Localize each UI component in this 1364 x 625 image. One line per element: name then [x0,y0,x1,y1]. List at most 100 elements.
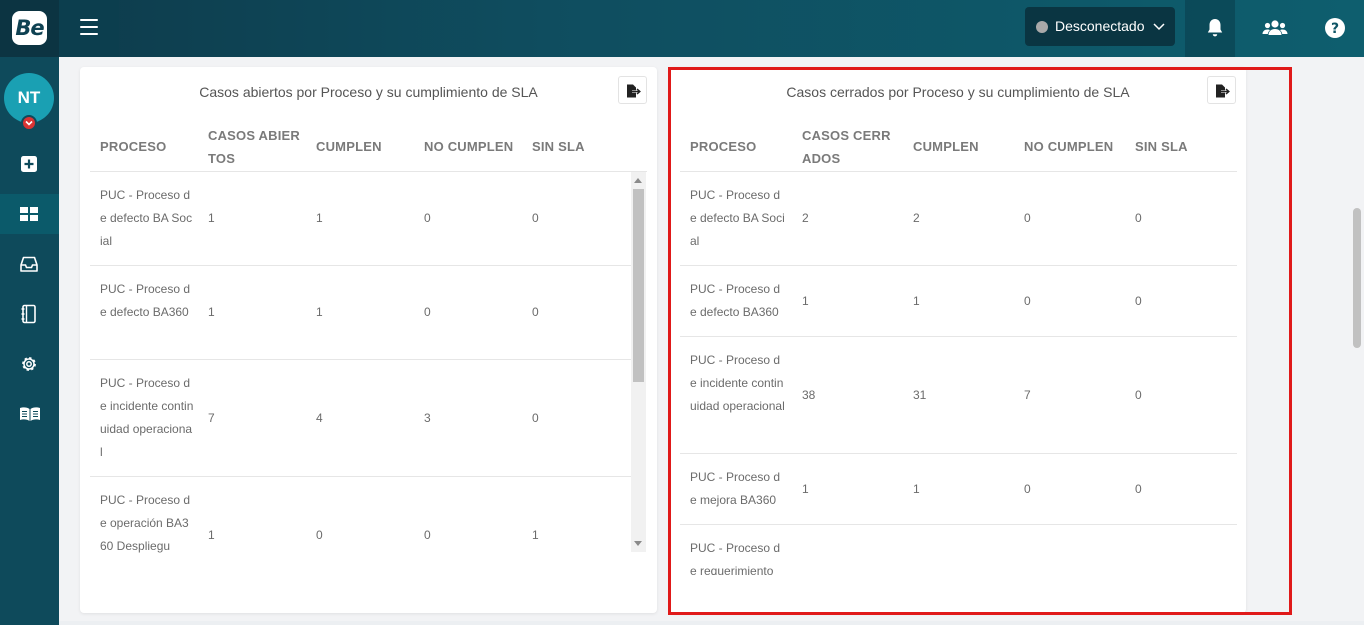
table-row: PUC - Proceso de defecto BA Social 2 2 0… [680,172,1237,266]
cumplen-cell: 0 [316,528,323,542]
users-icon[interactable] [1262,16,1288,40]
sidebar-item-notebook[interactable] [0,294,59,334]
proceso-cell: PUC - Proceso de defecto BA Social [100,188,193,248]
table-body: PUC - Proceso de defecto BA Social 1 1 0… [90,172,631,575]
column-header[interactable]: NO CUMPLEN [1024,135,1113,158]
cumplen-cell: 31 [913,388,927,402]
table-row: PUC - Proceso de incidente continuidad o… [680,337,1237,454]
no-cumplen-cell: 0 [424,528,431,542]
no-cumplen-cell: 0 [1024,211,1031,225]
scroll-down-icon[interactable] [634,541,642,546]
casos-cell: 2 [802,211,809,225]
page-scrollbar[interactable] [1353,208,1361,348]
sin-sla-cell: 0 [1135,294,1142,308]
logo-area: Be [0,0,59,57]
sidebar-item-guide[interactable] [0,394,59,434]
export-button[interactable] [618,76,647,104]
cumplen-cell: 1 [316,211,323,225]
panel-title: Casos abiertos por Proceso y su cumplimi… [199,84,538,100]
column-header[interactable]: CASOS CERR ADOS [802,124,897,170]
casos-cell: 1 [802,294,809,308]
proceso-cell: PUC - Proceso de mejora BA360 [690,470,781,507]
sidebar-item-add[interactable] [0,144,59,184]
table-row: PUC - Proceso de defecto BA360 1 1 0 0 [680,266,1237,337]
table-row: PUC - Proceso de operación BA360 Desplie… [90,477,631,575]
sin-sla-cell: 0 [1135,211,1142,225]
casos-cell: 38 [802,388,816,402]
table-row: PUC - Proceso de defecto BA Social 1 1 0… [90,172,631,266]
status-dot [1036,21,1048,33]
table-row: PUC - Proceso de defecto BA360 1 1 0 0 [90,266,631,360]
column-header[interactable]: CUMPLEN [913,135,979,158]
sidebar-item-settings[interactable] [0,344,59,384]
column-header[interactable]: SIN SLA [1135,135,1188,158]
app-logo[interactable]: Be [12,11,47,45]
table-row: PUC - Proceso de incidente continuidad o… [90,360,631,477]
column-header[interactable]: SIN SLA [532,135,585,158]
panel-title: Casos cerrados por Proceso y su cumplimi… [786,84,1130,100]
top-bar: Be Desconectado ? [0,0,1364,57]
proceso-cell: PUC - Proceso de defecto BA Social [690,188,785,248]
casos-cell: 1 [208,211,215,225]
sin-sla-cell: 0 [532,305,539,319]
casos-cell: 1 [208,528,215,542]
proceso-cell: PUC - Proceso de defecto BA360 [100,282,191,319]
sidebar-item-inbox[interactable] [0,244,59,284]
no-cumplen-cell: 0 [1024,294,1031,308]
help-icon[interactable]: ? [1323,16,1347,40]
cumplen-cell: 2 [913,211,920,225]
status-dropdown[interactable]: Desconectado [1025,7,1175,46]
column-header[interactable]: CUMPLEN [316,135,382,158]
casos-cell: 7 [208,411,215,425]
table-row: PUC - Proceso de requerimiento [680,525,1237,575]
proceso-cell: PUC - Proceso de incidente continuidad o… [690,353,785,413]
proceso-cell: PUC - Proceso de defecto BA360 [690,282,781,319]
no-cumplen-cell: 0 [424,211,431,225]
export-icon [1216,84,1230,98]
table-body: PUC - Proceso de defecto BA Social 2 2 0… [680,172,1237,575]
casos-cell: 1 [208,305,215,319]
sin-sla-cell: 0 [1135,482,1142,496]
sidebar-item-dashboard[interactable] [0,194,59,234]
sin-sla-cell: 0 [532,211,539,225]
column-header[interactable]: NO CUMPLEN [424,135,513,158]
table-scrollbar[interactable] [631,172,646,552]
scroll-up-icon[interactable] [634,178,642,183]
inbox-icon [20,256,38,272]
proceso-cell: PUC - Proceso de incidente continuidad o… [100,376,194,459]
notebook-icon [21,304,36,324]
table-header: PROCESO CASOS ABIER TOS CUMPLEN NO CUMPL… [80,112,657,172]
left-sidebar: NT [0,57,59,625]
column-header[interactable]: PROCESO [100,135,166,158]
bottom-edge [59,621,1364,625]
closed-cases-panel: Casos cerrados por Proceso y su cumplimi… [670,67,1246,613]
sin-sla-cell: 0 [1135,388,1142,402]
sin-sla-cell: 0 [532,411,539,425]
table-row: PUC - Proceso de mejora BA360 1 1 0 0 [680,454,1237,525]
status-label: Desconectado [1055,18,1145,34]
svg-text:?: ? [1331,21,1339,37]
open-cases-panel: Casos abiertos por Proceso y su cumplimi… [80,67,657,613]
cumplen-cell: 1 [913,294,920,308]
export-icon [627,84,641,98]
casos-cell: 1 [802,482,809,496]
export-button[interactable] [1207,76,1236,104]
table-header: PROCESO CASOS CERR ADOS CUMPLEN NO CUMPL… [670,112,1246,172]
cumplen-cell: 4 [316,411,323,425]
bell-icon[interactable] [1203,16,1227,40]
menu-icon[interactable] [80,19,98,35]
chevron-down-icon [1153,23,1165,31]
no-cumplen-cell: 0 [424,305,431,319]
proceso-cell: PUC - Proceso de operación BA360 Desplie… [100,493,191,553]
gear-icon [22,357,36,371]
no-cumplen-cell: 7 [1024,388,1031,402]
column-header[interactable]: CASOS ABIER TOS [208,124,303,170]
cumplen-cell: 1 [913,482,920,496]
no-cumplen-cell: 0 [1024,482,1031,496]
avatar-dropdown-icon[interactable] [21,115,37,131]
cumplen-cell: 1 [316,305,323,319]
no-cumplen-cell: 3 [424,411,431,425]
book-icon [20,407,40,421]
column-header[interactable]: PROCESO [690,135,756,158]
scrollbar-thumb[interactable] [633,189,644,382]
